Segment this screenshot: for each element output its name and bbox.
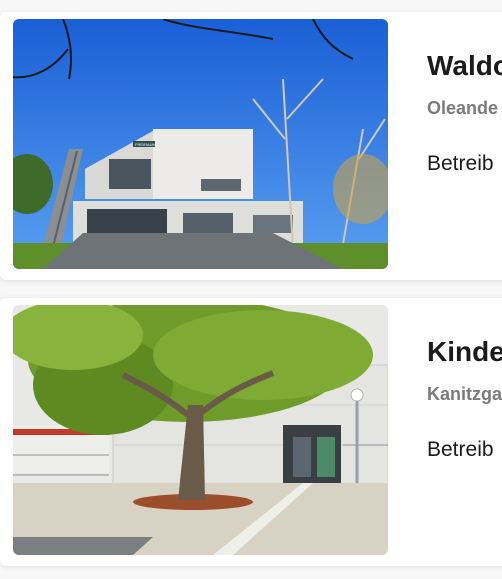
facility-operator: Betreib [427,438,494,461]
facility-card[interactable]: Kinde Kanitzga Betreib [0,298,502,566]
facility-photo[interactable]: FREIRAUM [13,19,388,269]
building-photo-illustration: FREIRAUM [13,19,388,269]
facility-name[interactable]: Waldo [427,50,502,82]
facility-operator: Betreib [427,152,494,175]
building-sign-text: FREIRAUM [135,142,156,147]
facility-name[interactable]: Kinde [427,336,502,368]
kindergarten-photo-illustration [13,305,388,555]
facility-address: Kanitzga [427,384,502,404]
facility-photo[interactable] [13,305,388,555]
facility-card[interactable]: FREIRAUM Waldo Oleande Betreib [0,12,502,280]
facility-address: Oleande [427,98,499,118]
